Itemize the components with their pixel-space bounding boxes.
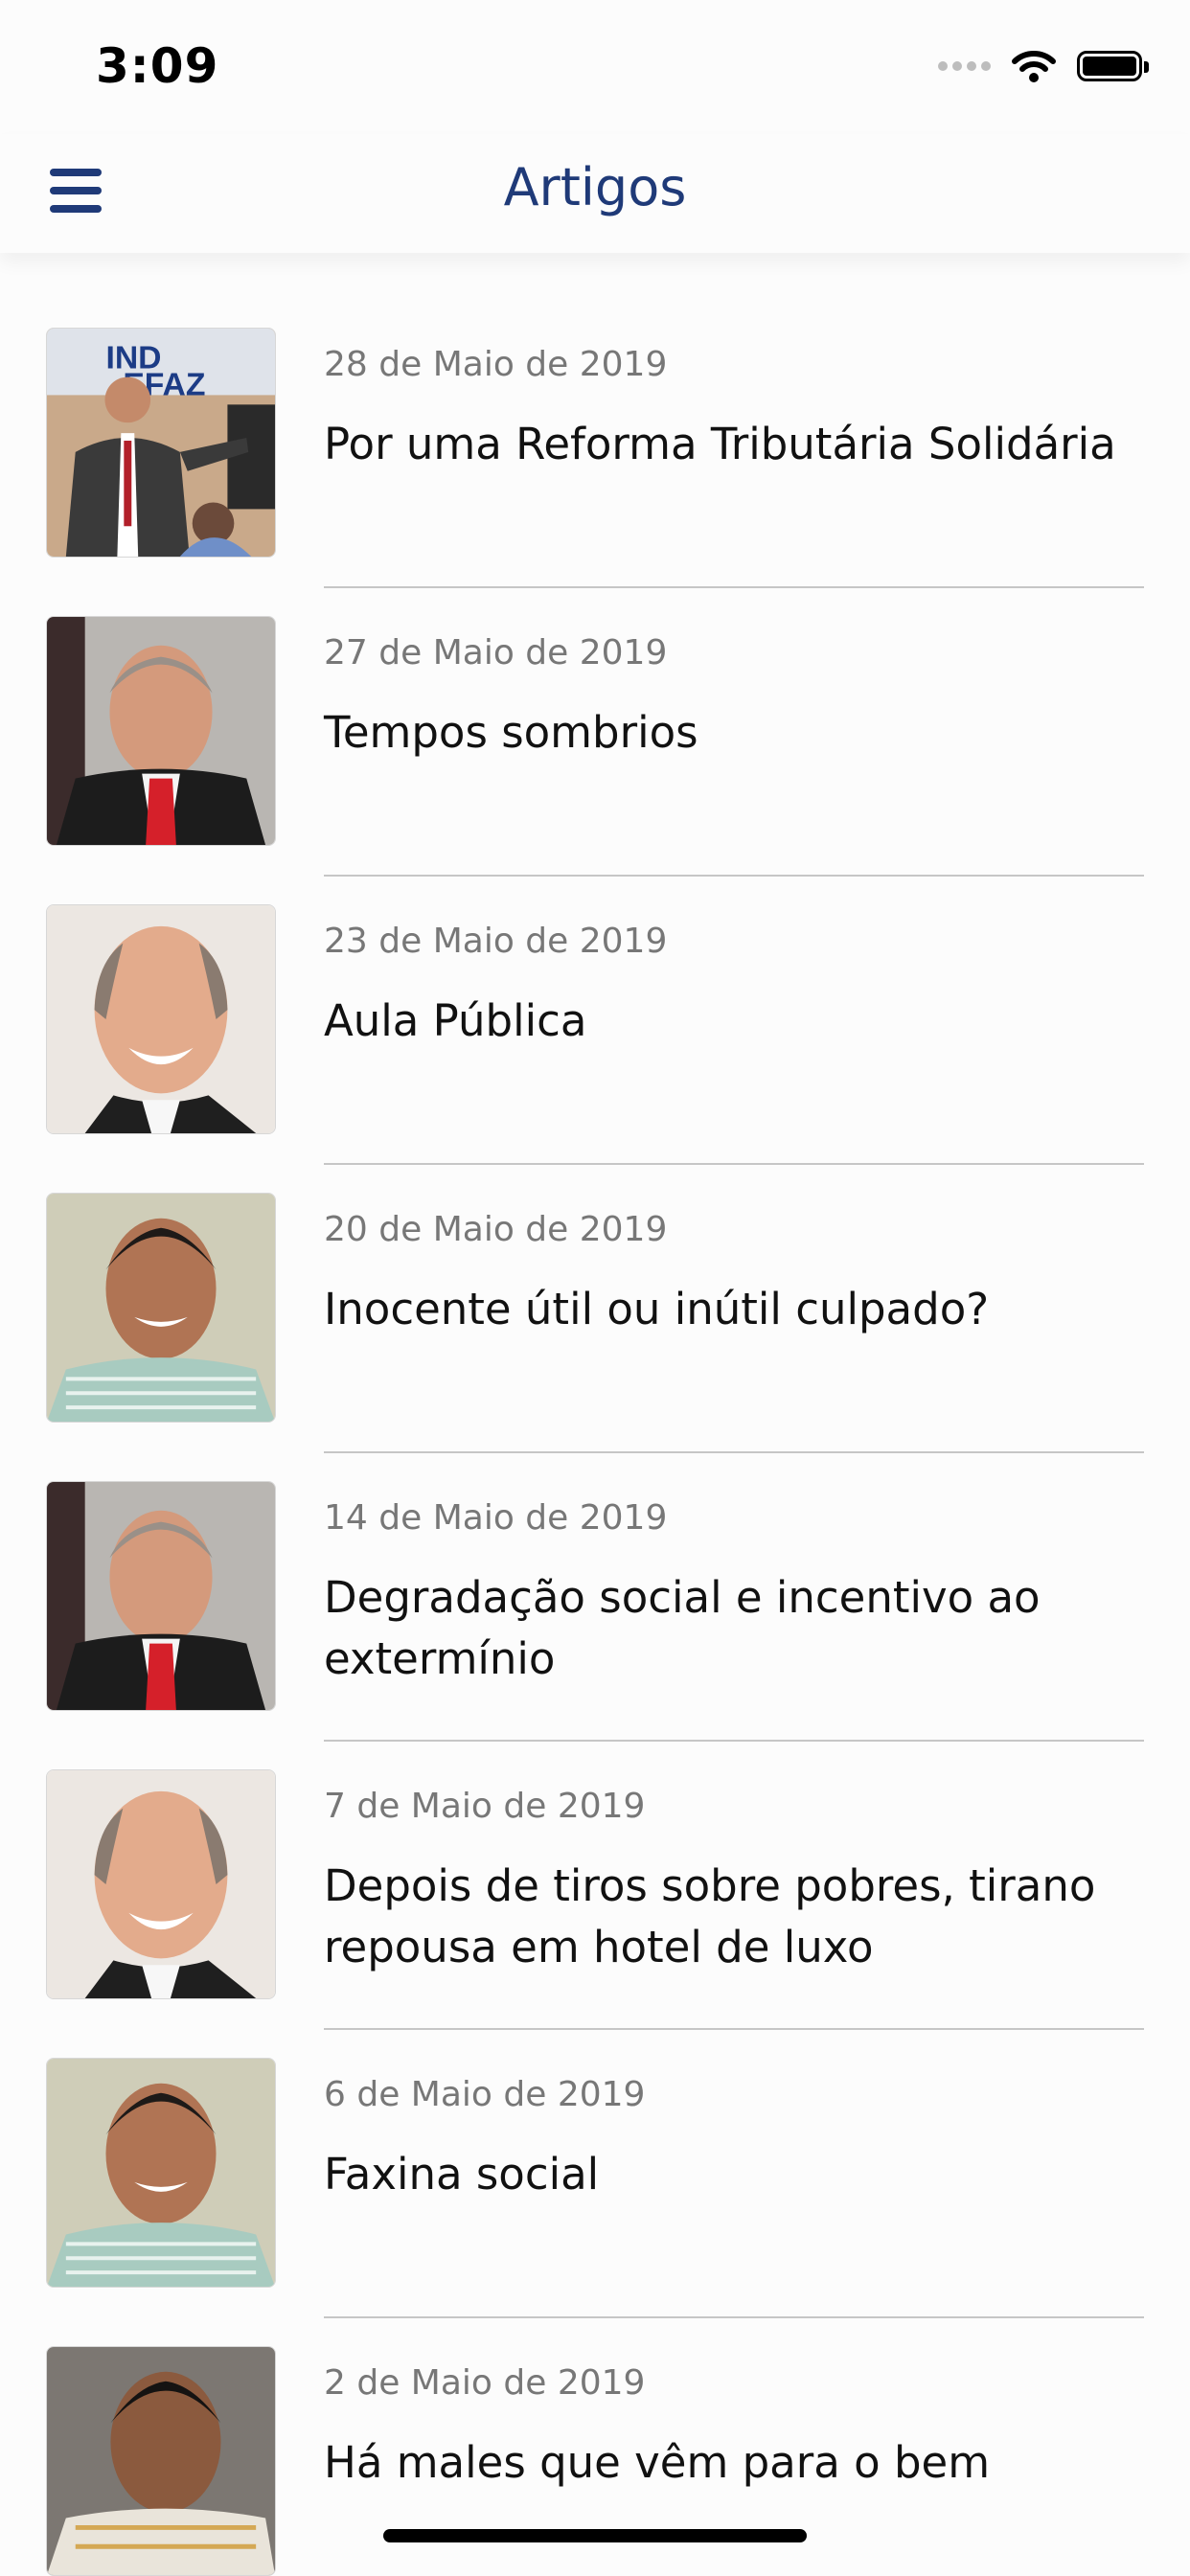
page-title: Artigos [503,157,687,217]
article-thumbnail: IND EFAZ [46,328,276,558]
article-date: 2 de Maio de 2019 [324,2363,646,2403]
navigation-bar: Artigos [0,134,1190,253]
status-icons [933,50,1149,82]
article-item[interactable]: 7 de Maio de 2019 Depois de tiros sobre … [0,1695,1190,2030]
article-item[interactable]: 27 de Maio de 2019 Tempos sombrios [0,541,1190,877]
home-indicator[interactable] [383,2529,807,2542]
article-item[interactable]: 20 de Maio de 2019 Inocente útil ou inút… [0,1118,1190,1453]
status-time: 3:09 [96,38,219,94]
article-thumbnail [46,1481,276,1711]
article-date: 14 de Maio de 2019 [324,1498,668,1538]
article-thumbnail [46,904,276,1134]
article-title: Há males que vêm para o bem [324,2437,991,2488]
status-bar: 3:09 [0,0,1190,134]
article-date: 27 de Maio de 2019 [324,633,668,672]
article-thumbnail [46,1769,276,1999]
article-title: Por uma Reforma Tributária Solidária [324,419,1116,469]
article-title: Depois de tiros sobre pobres, tirano rep… [324,1860,1096,1972]
article-title: Degradação social e incentivo ao extermí… [324,1572,1041,1684]
battery-icon [1077,51,1149,81]
article-item[interactable]: 14 de Maio de 2019 Degradação social e i… [0,1406,1190,1742]
article-date: 7 de Maio de 2019 [324,1787,646,1826]
article-thumbnail [46,2058,276,2288]
wifi-icon [1012,51,1056,82]
article-thumbnail [46,616,276,846]
article-date: 28 de Maio de 2019 [324,345,668,384]
article-list: IND EFAZ 28 de Maio de 2019 Por uma Refo… [0,253,1190,2576]
article-title: Aula Pública [324,995,587,1046]
article-thumbnail [46,1193,276,1423]
article-date: 6 de Maio de 2019 [324,2075,646,2114]
article-date: 20 de Maio de 2019 [324,1210,668,1249]
article-item[interactable]: 2 de Maio de 2019 Há males que vêm para … [0,2271,1190,2576]
cellular-signal-icon [933,61,991,71]
article-item[interactable]: 23 de Maio de 2019 Aula Pública [0,830,1190,1165]
article-item[interactable]: IND EFAZ 28 de Maio de 2019 Por uma Refo… [0,253,1190,588]
article-thumbnail [46,2346,276,2576]
article-title: Tempos sombrios [324,707,698,758]
article-title: Inocente útil ou inútil culpado? [324,1284,990,1334]
article-title: Faxina social [324,2149,600,2200]
article-date: 23 de Maio de 2019 [324,922,668,961]
article-item[interactable]: 6 de Maio de 2019 Faxina social [0,1983,1190,2318]
